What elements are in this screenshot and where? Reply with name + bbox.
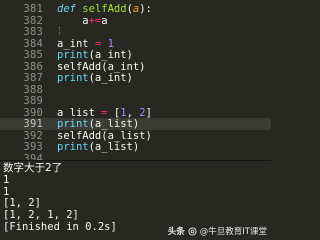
code-token: a xyxy=(101,14,108,27)
line-number: 390 xyxy=(23,106,43,119)
code-line[interactable]: 385 print(a_int) xyxy=(0,49,271,61)
line-number: 394 xyxy=(23,152,43,161)
code-token: selfAdd xyxy=(82,3,127,15)
line-number: 388 xyxy=(23,83,43,96)
code-line[interactable]: 394 xyxy=(0,153,271,161)
code-token: ): xyxy=(139,3,152,15)
code-token: , xyxy=(126,106,140,119)
line-code: print(a_int) xyxy=(57,49,133,61)
line-number: 384 xyxy=(23,37,43,50)
line-number: 392 xyxy=(23,129,43,142)
line-number: 386 xyxy=(23,60,43,73)
code-line[interactable]: 391 print(a_list) xyxy=(0,118,271,130)
line-number: 391 xyxy=(23,118,43,130)
output-line: [1, 2] xyxy=(3,197,41,210)
output-line: [1, 2, 1, 2] xyxy=(3,209,79,222)
code-token: (a_list) xyxy=(88,141,140,153)
output-line: 1 xyxy=(3,173,10,186)
line-code: def selfAdd(a): xyxy=(57,3,152,15)
line-code: a+=a xyxy=(57,14,108,27)
code-line[interactable]: 383 xyxy=(0,26,271,38)
code-line[interactable]: 388 xyxy=(0,84,271,96)
output-line: 数字大于2了 xyxy=(3,162,63,174)
code-line[interactable]: 387 print(a_int) xyxy=(0,72,271,84)
line-code: selfAdd(a_list) xyxy=(57,130,152,142)
output-line: [Finished in 0.2s] xyxy=(3,221,117,233)
line-code: selfAdd(a_int) xyxy=(57,61,146,73)
code-line[interactable]: 386 selfAdd(a_int) xyxy=(0,61,271,73)
code-token: (a_int) xyxy=(88,72,133,84)
code-token: print xyxy=(57,72,89,84)
code-token: [ xyxy=(107,106,121,119)
code-token: print xyxy=(57,141,89,153)
line-number: 389 xyxy=(23,95,43,107)
code-token: (a_list) xyxy=(88,118,140,130)
line-code: print(a_int) xyxy=(57,72,133,84)
line-number: 385 xyxy=(23,49,43,61)
code-token: selfAdd(a_int) xyxy=(57,60,146,73)
line-code: a_int = 1 xyxy=(57,38,114,50)
line-number: 383 xyxy=(23,26,43,38)
code-token: 1 xyxy=(107,37,114,50)
code-editor[interactable]: 381 def selfAdd(a): 382 a+=a 383 384 a_int = … xyxy=(0,0,271,160)
line-number: 381 xyxy=(23,3,43,15)
line-code: a_list = [1, 2] xyxy=(57,107,152,119)
line-number: 382 xyxy=(23,14,43,27)
code-token: selfAdd(a_list) xyxy=(57,129,152,142)
line-code: print(a_list) xyxy=(57,118,139,130)
code-line[interactable]: 384 a_int = 1 xyxy=(0,38,271,50)
code-line[interactable]: 381 def selfAdd(a): xyxy=(0,3,271,15)
line-number: 393 xyxy=(23,141,43,153)
line-code: print(a_list) xyxy=(57,141,139,153)
code-token: print xyxy=(57,49,89,61)
code-token: (a_int) xyxy=(88,49,133,61)
code-token: a xyxy=(57,14,89,27)
watermark-handle: @牛旦教育IT课堂 xyxy=(199,227,267,237)
code-line[interactable]: 392 selfAdd(a_list) xyxy=(0,130,271,142)
watermark: 头条 @牛旦教育IT课堂 xyxy=(168,224,267,238)
code-line[interactable]: 382 a+=a xyxy=(0,15,271,27)
code-line[interactable]: 393 print(a_list) xyxy=(0,141,271,153)
code-token: a_list xyxy=(57,106,102,119)
code-line[interactable]: 390 a_list = [1, 2] xyxy=(0,107,271,119)
at-icon xyxy=(188,226,197,236)
code-token: a_int xyxy=(57,37,95,50)
code-token: def xyxy=(57,3,76,15)
code-token: ] xyxy=(145,106,152,119)
watermark-app: 头条 xyxy=(167,227,185,237)
code-token: print xyxy=(57,118,89,130)
indent-guide xyxy=(59,27,60,35)
code-line[interactable]: 389 xyxy=(0,95,271,107)
output-line: 1 xyxy=(3,185,10,198)
code-token: += xyxy=(88,14,102,27)
line-number: 387 xyxy=(23,72,43,84)
